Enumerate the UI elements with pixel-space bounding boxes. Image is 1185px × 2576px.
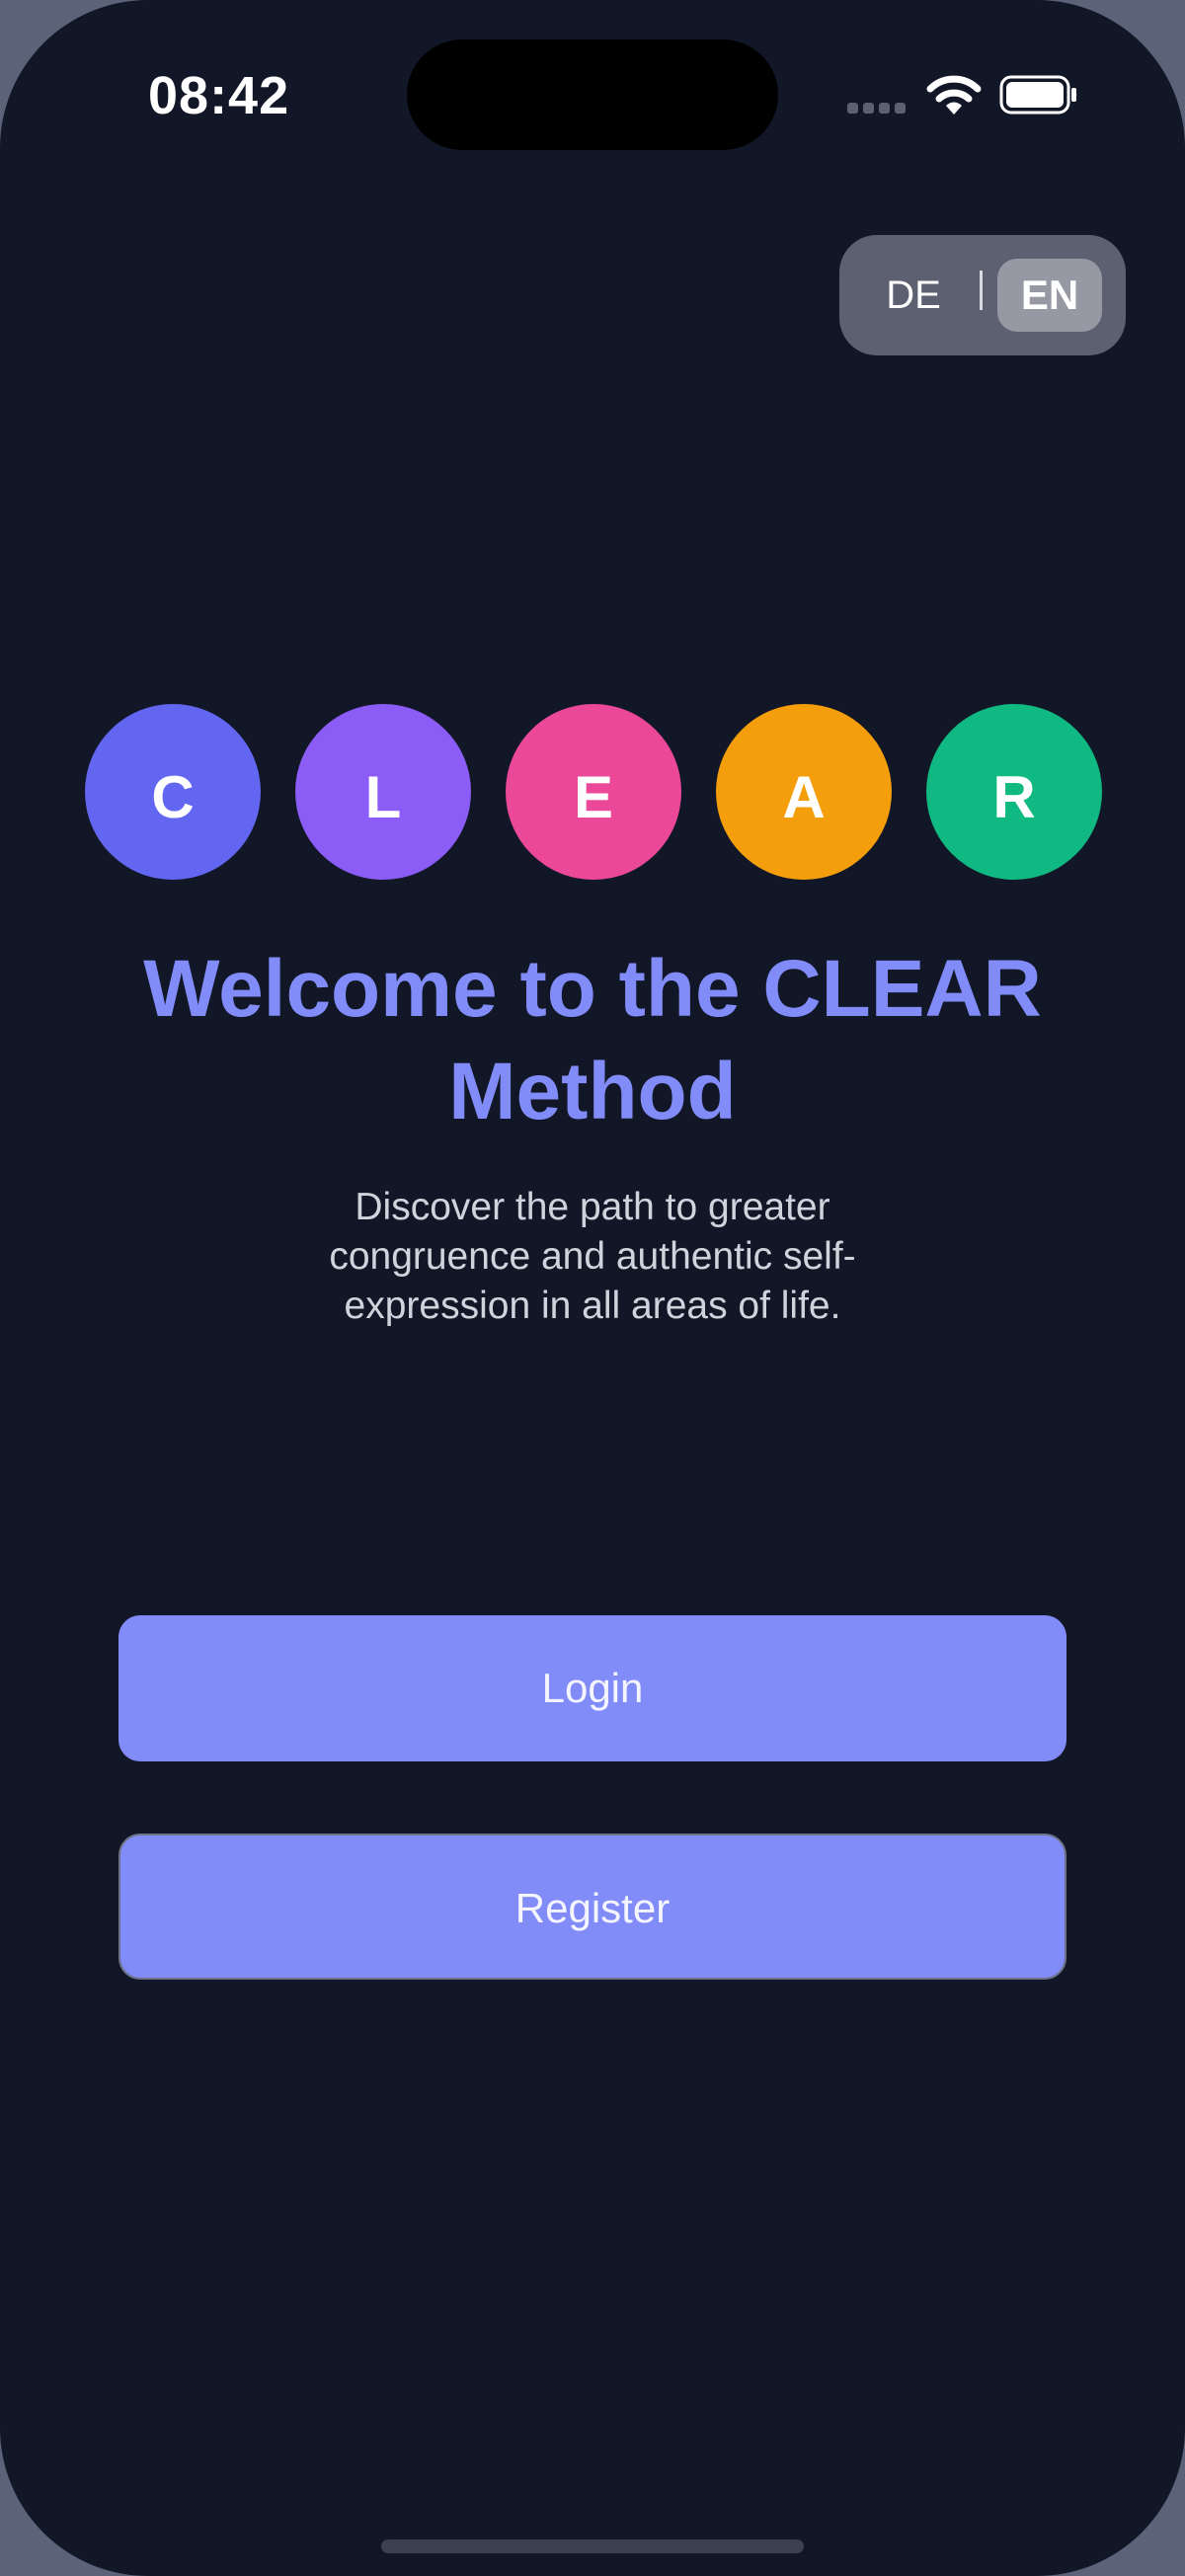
- app-screen: 08:42 DE EN C L E A R Welcome to the CLE…: [0, 0, 1185, 2576]
- language-toggle: DE EN: [839, 235, 1126, 355]
- status-time: 08:42: [148, 66, 290, 125]
- register-button[interactable]: Register: [118, 1834, 1066, 1980]
- signal-icon: [847, 103, 907, 117]
- wifi-icon: [926, 75, 982, 115]
- logo-circle-l: L: [295, 704, 471, 880]
- logo-letter: C: [151, 764, 195, 830]
- logo-circle-e: E: [506, 704, 681, 880]
- logo-letter: E: [573, 764, 614, 830]
- welcome-title-line: Method: [448, 1047, 737, 1136]
- logo-letter: L: [364, 764, 402, 830]
- language-option-en[interactable]: EN: [997, 259, 1102, 332]
- home-indicator: [381, 2539, 804, 2553]
- welcome-subtitle: Discover the path to greater congruence …: [267, 1183, 918, 1331]
- welcome-title-line: Welcome to the CLEAR: [143, 944, 1042, 1034]
- welcome-subtitle-line: expression in all areas of life.: [344, 1285, 841, 1327]
- battery-icon: [999, 75, 1076, 115]
- logo-circle-r: R: [926, 704, 1102, 880]
- logo-circle-a: A: [716, 704, 892, 880]
- login-button[interactable]: Login: [118, 1615, 1066, 1761]
- dynamic-island: [407, 39, 778, 150]
- logo-letter: A: [782, 764, 826, 830]
- logo-circle-c: C: [85, 704, 261, 880]
- language-divider: [980, 271, 983, 310]
- language-option-de[interactable]: DE: [859, 259, 968, 332]
- logo-letter: R: [992, 764, 1036, 830]
- welcome-subtitle-line: congruence and authentic self-: [329, 1235, 856, 1278]
- welcome-title: Welcome to the CLEAR Method: [79, 938, 1106, 1143]
- welcome-subtitle-line: Discover the path to greater: [355, 1186, 830, 1228]
